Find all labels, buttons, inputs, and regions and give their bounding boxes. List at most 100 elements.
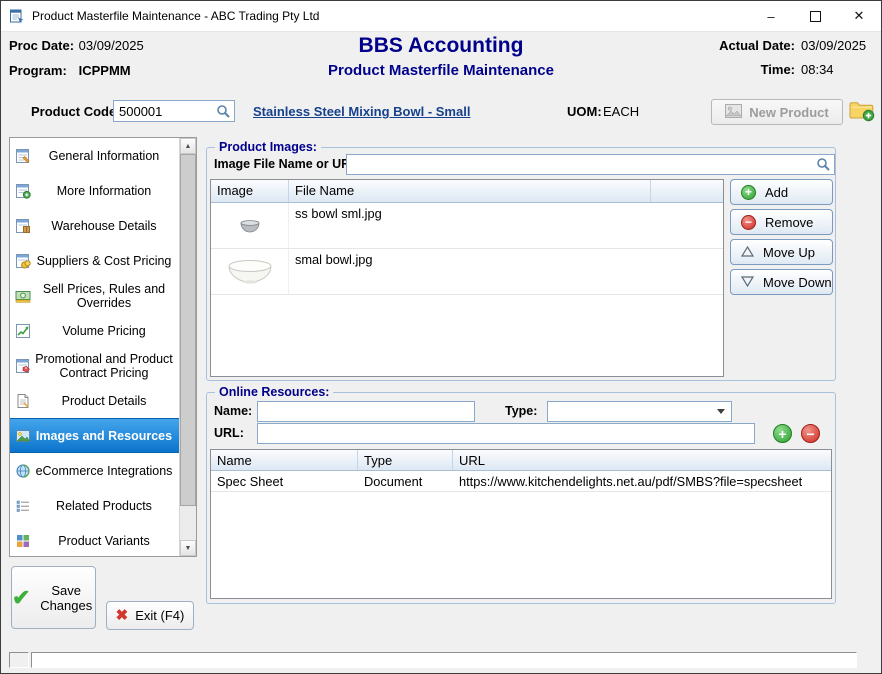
move-up-label: Move Up — [763, 245, 815, 260]
column-header-name[interactable]: Name — [211, 450, 358, 470]
table-row[interactable]: ss bowl sml.jpg — [211, 203, 723, 249]
new-product-button[interactable]: New Product — [711, 99, 843, 125]
resource-type-label: Type: — [505, 404, 537, 418]
column-header-image[interactable]: Image — [211, 180, 289, 202]
sidebar-list: General Information More Information — [10, 138, 179, 556]
move-down-label: Move Down — [763, 275, 832, 290]
resource-name-cell: Spec Sheet — [211, 471, 358, 491]
sidebar-item-ecommerce-integrations[interactable]: eCommerce Integrations — [10, 453, 179, 488]
column-header-url[interactable]: URL — [453, 450, 831, 470]
plus-icon: + — [741, 185, 756, 200]
add-resource-button[interactable]: + — [773, 424, 792, 443]
close-button[interactable]: ✕ — [837, 1, 881, 31]
scroll-down-icon: ▼ — [185, 545, 192, 552]
resource-type-dropdown[interactable] — [547, 401, 732, 422]
resource-url-input[interactable] — [261, 426, 751, 441]
sidebar-item-label: Images and Resources — [31, 429, 179, 443]
sidebar-item-label: Sell Prices, Rules and Overrides — [31, 282, 179, 310]
sidebar-item-related-products[interactable]: Related Products — [10, 488, 179, 523]
image-placeholder-icon — [725, 104, 742, 121]
variants-icon — [15, 533, 31, 549]
check-icon: ✔ — [12, 587, 30, 609]
product-name-link[interactable]: Stainless Steel Mixing Bowl - Small — [253, 104, 470, 119]
scroll-up-button[interactable]: ▲ — [180, 138, 196, 154]
header-right-block: Actual Date: 03/09/2025 Time: 08:34 — [719, 38, 873, 86]
close-icon: ✕ — [854, 8, 865, 24]
banknote-icon — [15, 288, 31, 304]
time-row: Time: 08:34 — [719, 62, 873, 77]
remove-label: Remove — [765, 215, 813, 230]
time-value: 08:34 — [801, 62, 873, 77]
add-image-button[interactable]: + Add — [730, 179, 833, 205]
remove-resource-button[interactable]: − — [801, 424, 820, 443]
steel-bowl-thumbnail — [211, 203, 289, 248]
sidebar-nav: General Information More Information — [9, 137, 197, 557]
online-resources-table: Name Type URL Spec Sheet Document https:… — [210, 449, 832, 599]
product-images-group: Product Images: Image File Name or URL: … — [206, 147, 836, 381]
image-file-input[interactable] — [350, 157, 816, 172]
cross-icon: ✖ — [116, 608, 129, 623]
sidebar-item-sell-prices-rules-overrides[interactable]: Sell Prices, Rules and Overrides — [10, 278, 179, 313]
search-icon[interactable] — [216, 104, 231, 119]
sidebar-item-label: Promotional and Product Contract Pricing — [31, 352, 179, 380]
add-folder-button[interactable] — [849, 99, 875, 127]
move-up-button[interactable]: Move Up — [730, 239, 833, 265]
sidebar-item-product-details[interactable]: Product Details — [10, 383, 179, 418]
plus-icon: + — [773, 424, 792, 443]
sidebar-item-promotional-contract-pricing[interactable]: Promotional and Product Contract Pricing — [10, 348, 179, 383]
coins-icon — [15, 253, 31, 269]
exit-button[interactable]: ✖ Exit (F4) — [106, 601, 194, 630]
sidebar-item-images-and-resources[interactable]: Images and Resources — [10, 418, 179, 453]
resource-url-label: URL: — [214, 426, 244, 440]
resource-type-cell: Document — [358, 471, 453, 491]
sidebar-item-label: General Information — [31, 149, 179, 163]
add-label: Add — [765, 185, 788, 200]
remove-image-button[interactable]: − Remove — [730, 209, 833, 235]
image-file-field — [346, 154, 835, 175]
product-images-group-title: Product Images: — [215, 140, 321, 154]
globe-icon — [15, 463, 31, 479]
status-bar-grip — [9, 652, 29, 668]
actual-date-row: Actual Date: 03/09/2025 — [719, 38, 873, 53]
sidebar-item-general-information[interactable]: General Information — [10, 138, 179, 173]
maximize-icon — [810, 11, 821, 22]
triangle-down-icon — [741, 275, 754, 290]
maximize-button[interactable] — [793, 1, 837, 31]
sidebar-item-product-variants[interactable]: Product Variants — [10, 523, 179, 556]
actual-date-value: 03/09/2025 — [801, 38, 873, 53]
minimize-button[interactable]: – — [749, 1, 793, 31]
product-images-table: Image File Name ss bowl sml.jpg — [210, 179, 724, 377]
column-header-type[interactable]: Type — [358, 450, 453, 470]
minus-icon: − — [801, 424, 820, 443]
sidebar-item-more-information[interactable]: More Information — [10, 173, 179, 208]
warehouse-icon — [15, 218, 31, 234]
product-code-input[interactable] — [117, 104, 216, 119]
save-changes-button[interactable]: ✔ Save Changes — [11, 566, 96, 629]
sidebar-item-warehouse-details[interactable]: Warehouse Details — [10, 208, 179, 243]
sidebar-item-volume-pricing[interactable]: Volume Pricing — [10, 313, 179, 348]
table-header-row: Name Type URL — [211, 450, 831, 471]
uom-value: EACH — [603, 104, 639, 119]
product-code-field — [113, 100, 235, 122]
minus-icon: − — [741, 215, 756, 230]
sidebar-item-label: eCommerce Integrations — [31, 464, 179, 478]
chevron-down-icon — [717, 409, 725, 414]
save-changes-label: Save Changes — [37, 583, 95, 613]
sidebar-item-label: Suppliers & Cost Pricing — [31, 254, 179, 268]
sidebar-scrollbar[interactable]: ▲ ▼ — [179, 138, 196, 556]
resource-name-input[interactable] — [261, 404, 471, 419]
table-row[interactable]: smal bowl.jpg — [211, 249, 723, 295]
sidebar-item-label: More Information — [31, 184, 179, 198]
list-icon — [15, 498, 31, 514]
resource-url-field — [257, 423, 755, 444]
promo-tag-icon — [15, 358, 31, 374]
move-down-button[interactable]: Move Down — [730, 269, 833, 295]
scrollbar-thumb[interactable] — [180, 154, 196, 506]
column-header-file-name[interactable]: File Name — [289, 180, 651, 202]
table-row[interactable]: Spec Sheet Document https://www.kitchend… — [211, 471, 831, 492]
picture-icon — [15, 428, 31, 444]
search-icon[interactable] — [816, 157, 831, 172]
sidebar-item-suppliers-cost-pricing[interactable]: Suppliers & Cost Pricing — [10, 243, 179, 278]
actual-date-label: Actual Date: — [719, 38, 795, 53]
scroll-down-button[interactable]: ▼ — [180, 540, 196, 556]
